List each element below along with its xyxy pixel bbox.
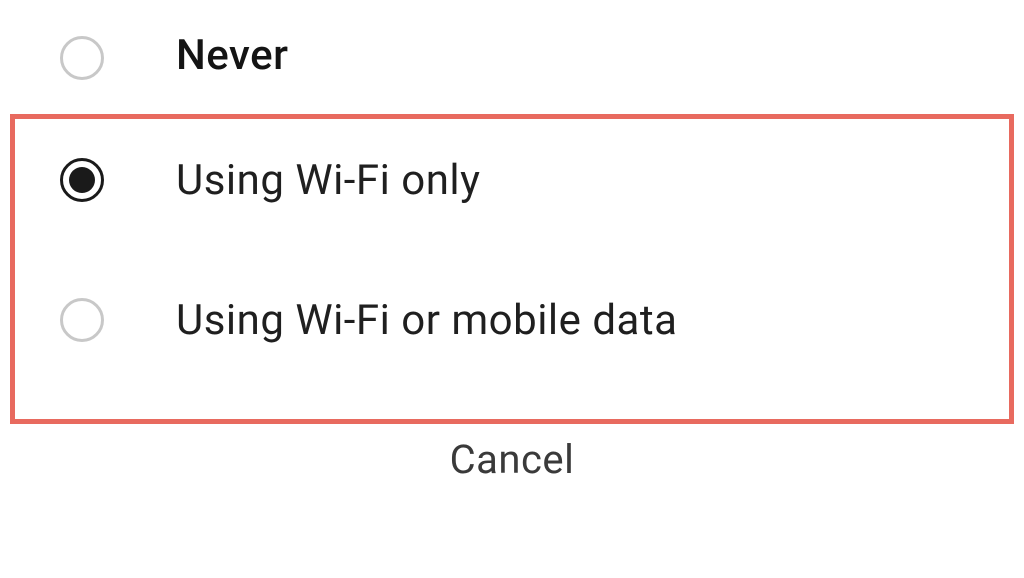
radio-icon	[60, 298, 104, 342]
option-label: Using Wi-Fi only	[176, 156, 480, 205]
option-never[interactable]: Never	[0, 0, 1024, 110]
radio-icon	[60, 36, 104, 80]
radio-icon	[60, 158, 104, 202]
option-label: Using Wi-Fi or mobile data	[176, 296, 677, 345]
cancel-button[interactable]: Cancel	[450, 436, 575, 483]
option-wifi-or-mobile[interactable]: Using Wi-Fi or mobile data	[0, 250, 1024, 390]
option-label: Never	[176, 31, 288, 80]
dialog-actions: Cancel	[0, 390, 1024, 483]
option-wifi-only[interactable]: Using Wi-Fi only	[0, 110, 1024, 250]
radio-options-list: Never Using Wi-Fi only Using Wi-Fi or mo…	[0, 0, 1024, 390]
